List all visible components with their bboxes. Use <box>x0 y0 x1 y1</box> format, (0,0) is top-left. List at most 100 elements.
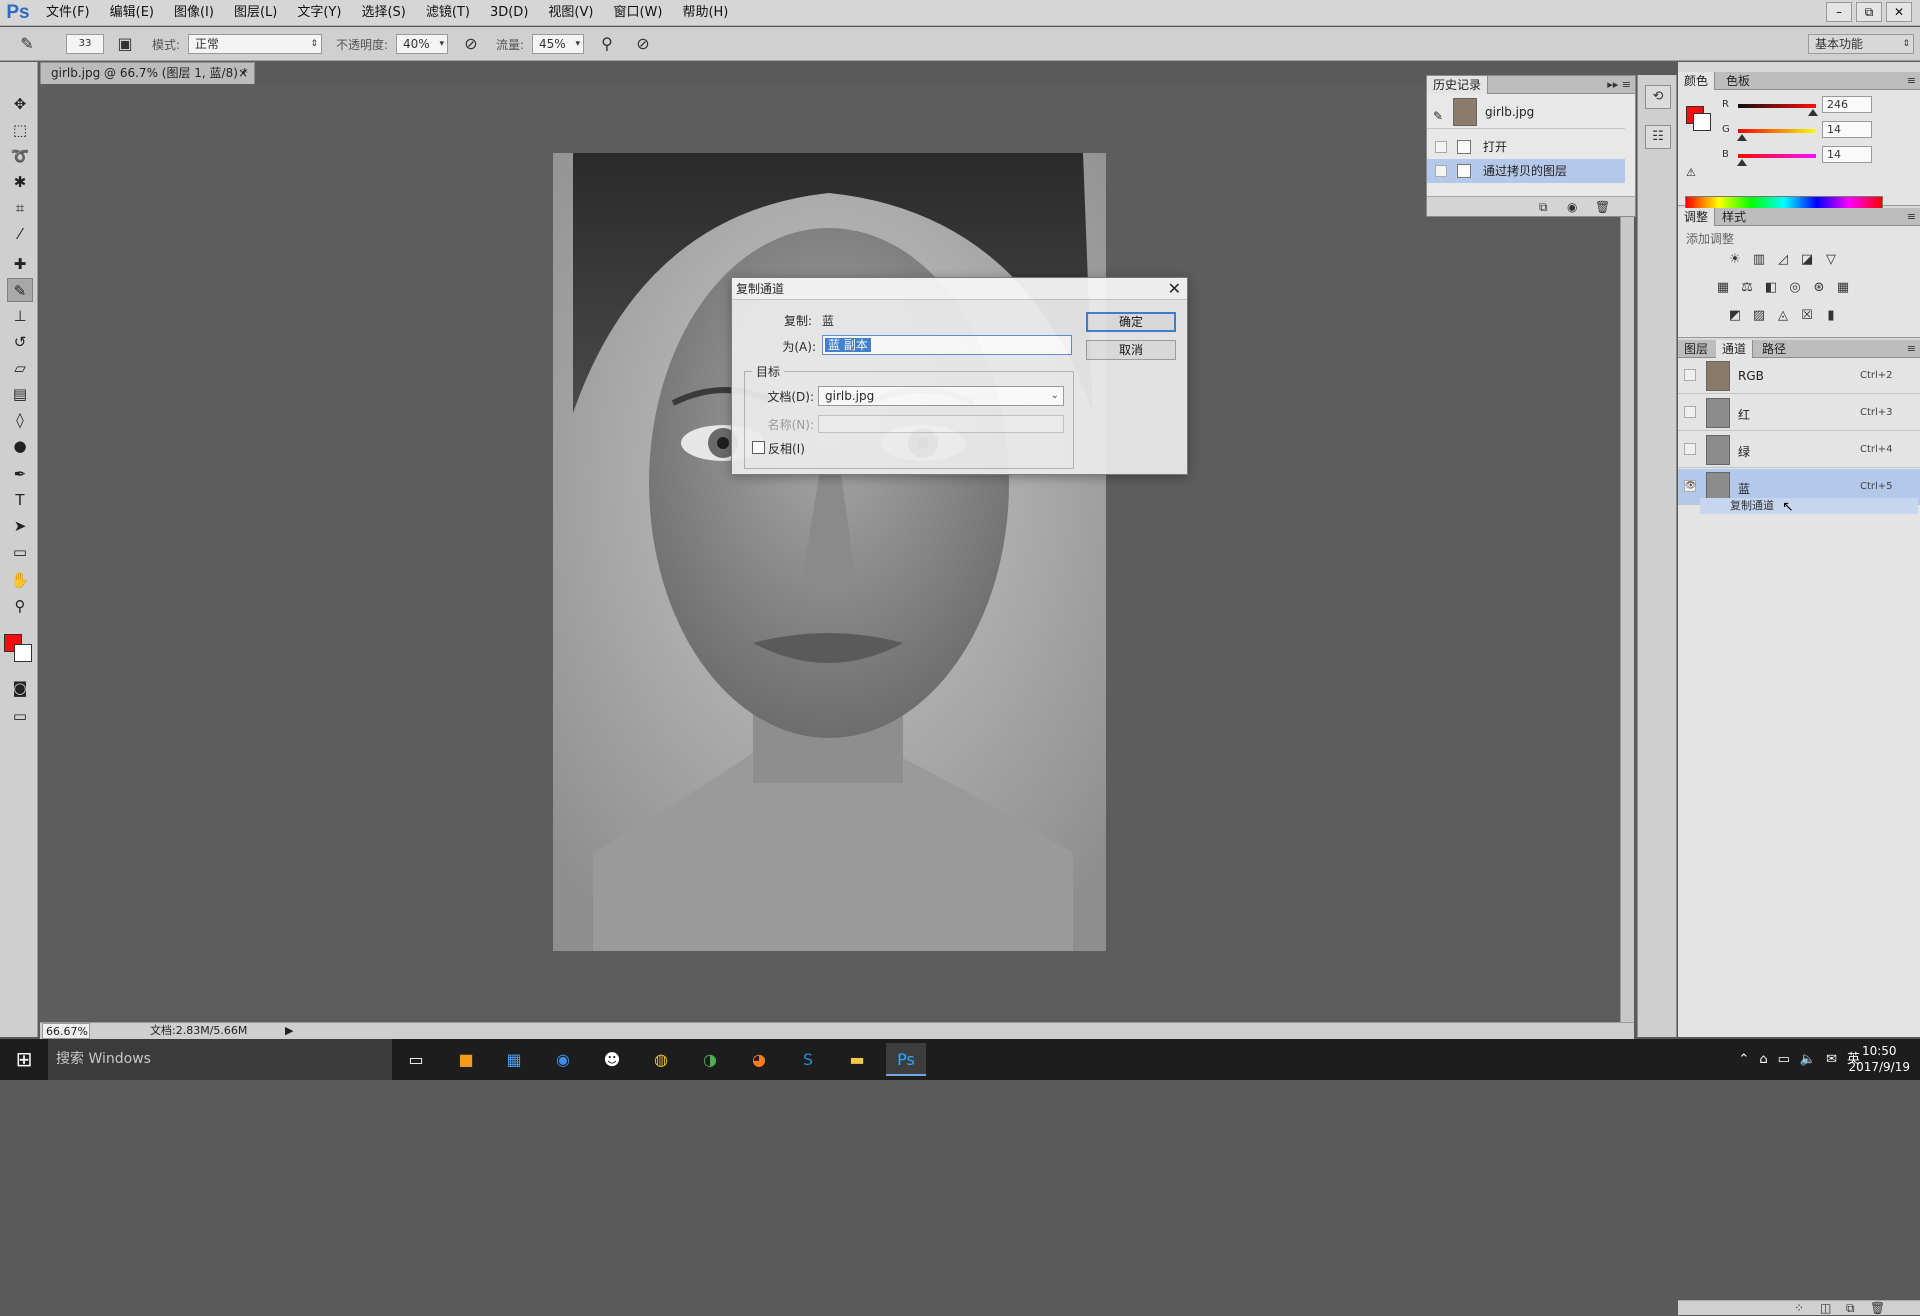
b-slider-knob[interactable] <box>1737 159 1748 166</box>
history-panel-icon[interactable]: ⟲ <box>1645 85 1671 109</box>
tab-styles[interactable]: 样式 <box>1716 208 1752 226</box>
background-color-swatch[interactable] <box>1693 113 1711 131</box>
hand-tool-icon[interactable]: ✋ <box>7 568 33 592</box>
selective-color-icon[interactable]: ☒ <box>1798 308 1816 324</box>
document-tab[interactable]: girlb.jpg @ 66.7% (图层 1, 蓝/8) * × <box>40 62 255 84</box>
vibrance-icon[interactable]: ▽ <box>1822 252 1840 268</box>
background-color-swatch[interactable] <box>14 644 32 662</box>
tab-channels[interactable]: 通道 <box>1716 340 1754 358</box>
photo-filter-icon[interactable]: ◎ <box>1786 280 1804 296</box>
visibility-toggle[interactable] <box>1684 406 1696 418</box>
curves-icon[interactable]: ◿ <box>1774 252 1792 268</box>
channel-row-green[interactable]: 绿 Ctrl+4 <box>1678 432 1920 468</box>
panel-menu-icon[interactable]: ≡ <box>1907 340 1916 358</box>
new-channel-icon[interactable]: ⧉ <box>1846 1301 1855 1316</box>
brush-source-icon[interactable]: ✎ <box>1433 104 1443 128</box>
flow-field[interactable]: 45% ▾ <box>532 34 584 54</box>
as-name-input[interactable]: 蓝 副本 <box>822 335 1072 355</box>
document-select[interactable]: girlb.jpg ⌄ <box>818 386 1064 406</box>
menu-3d[interactable]: 3D(D) <box>480 0 538 26</box>
quick-select-tool-icon[interactable]: ✱ <box>7 170 33 194</box>
panel-menu-icon[interactable]: ≡ <box>1907 72 1916 90</box>
history-source-checkbox[interactable] <box>1435 165 1447 177</box>
g-slider-knob[interactable] <box>1737 134 1748 141</box>
menu-window[interactable]: 窗口(W) <box>603 0 672 26</box>
brightness-contrast-icon[interactable]: ☀ <box>1726 252 1744 268</box>
chevron-up-icon[interactable]: ⌃ <box>1738 1039 1749 1080</box>
menu-view[interactable]: 视图(V) <box>538 0 603 26</box>
clone-stamp-tool-icon[interactable]: ⊥ <box>7 304 33 328</box>
zoom-tool-icon[interactable]: ⚲ <box>7 594 33 618</box>
app-icon-360[interactable]: ◑ <box>690 1043 730 1076</box>
channel-row-red[interactable]: 红 Ctrl+3 <box>1678 395 1920 431</box>
menu-file[interactable]: 文件(F) <box>36 0 100 26</box>
task-view-icon[interactable]: ▭ <box>396 1043 436 1076</box>
hue-saturation-icon[interactable]: ▦ <box>1714 280 1732 296</box>
properties-panel-icon[interactable]: ☷ <box>1645 125 1671 149</box>
status-menu-arrow-icon[interactable]: ▶ <box>285 1023 293 1039</box>
app-icon-store[interactable]: ▦ <box>494 1043 534 1076</box>
vertical-scrollbar[interactable] <box>1620 84 1634 1024</box>
history-snapshot[interactable]: ✎ girlb.jpg <box>1427 95 1625 129</box>
color-lookup-icon[interactable]: ▦ <box>1834 280 1852 296</box>
r-slider-knob[interactable] <box>1808 109 1819 116</box>
menu-help[interactable]: 帮助(H) <box>672 0 738 26</box>
eyedropper-tool-icon[interactable]: ⁄ <box>7 222 33 246</box>
taskbar-search[interactable]: 搜索 Windows <box>48 1039 392 1080</box>
tab-swatches[interactable]: 色板 <box>1720 72 1756 90</box>
r-value-field[interactable]: 246 <box>1822 96 1872 113</box>
app-icon-file-explorer[interactable]: ▬ <box>837 1043 877 1076</box>
pressure-size-icon[interactable]: ⊘ <box>632 33 654 55</box>
gradient-tool-icon[interactable]: ▤ <box>7 382 33 406</box>
history-state-open[interactable]: 打开 <box>1427 135 1625 159</box>
channel-row-rgb[interactable]: RGB Ctrl+2 <box>1678 358 1920 394</box>
quick-mask-icon[interactable]: ◙ <box>7 676 33 700</box>
menu-type[interactable]: 文字(Y) <box>287 0 351 26</box>
monitor-icon[interactable]: ▭ <box>1778 1039 1790 1080</box>
app-icon-chrome[interactable]: ◍ <box>641 1043 681 1076</box>
history-brush-tool-icon[interactable]: ↺ <box>7 330 33 354</box>
save-selection-icon[interactable]: ◫ <box>1820 1301 1831 1315</box>
clock[interactable]: 10:50 2017/9/19 <box>1848 1043 1910 1075</box>
app-icon-sogou[interactable]: ■ <box>446 1043 486 1076</box>
lasso-tool-icon[interactable]: ➰ <box>7 144 33 168</box>
posterize-icon[interactable]: ▨ <box>1750 308 1768 324</box>
invert-checkbox[interactable] <box>752 441 765 454</box>
app-icon-qq[interactable]: ☻ <box>592 1043 632 1076</box>
color-balance-icon[interactable]: ⚖ <box>1738 280 1756 296</box>
volume-icon[interactable]: 🔈 <box>1800 1039 1816 1080</box>
pressure-opacity-icon[interactable]: ⊘ <box>460 33 482 55</box>
type-tool-icon[interactable]: T <box>7 488 33 512</box>
marquee-tool-icon[interactable]: ⬚ <box>7 118 33 142</box>
ok-button[interactable]: 确定 <box>1086 312 1176 332</box>
trash-icon[interactable]: 🗑 <box>1870 1301 1885 1315</box>
threshold-icon[interactable]: ◬ <box>1774 308 1792 324</box>
mode-select[interactable]: 正常 ⇕ <box>188 34 322 54</box>
history-source-checkbox[interactable] <box>1435 141 1447 153</box>
eye-icon[interactable]: 👁 <box>1684 480 1696 492</box>
close-button[interactable]: ✕ <box>1886 2 1912 22</box>
visibility-toggle[interactable] <box>1684 369 1696 381</box>
eraser-tool-icon[interactable]: ▱ <box>7 356 33 380</box>
minimize-button[interactable]: – <box>1826 2 1852 22</box>
b-slider[interactable] <box>1738 154 1816 158</box>
healing-brush-tool-icon[interactable]: ✚ <box>7 252 33 276</box>
menu-filter[interactable]: 滤镜(T) <box>416 0 480 26</box>
windows-start-icon[interactable]: ⊞ <box>0 1039 48 1080</box>
tab-history[interactable]: 历史记录 <box>1427 76 1489 94</box>
rectangle-tool-icon[interactable]: ▭ <box>7 540 33 564</box>
history-state-layer-via-copy[interactable]: 通过拷贝的图层 <box>1427 159 1625 183</box>
screen-mode-icon[interactable]: ▭ <box>7 704 33 728</box>
tab-layers[interactable]: 图层 <box>1678 340 1714 358</box>
channel-mixer-icon[interactable]: ⊛ <box>1810 280 1828 296</box>
notification-icon[interactable]: ✉ <box>1826 1039 1837 1080</box>
g-value-field[interactable]: 14 <box>1822 121 1872 138</box>
tab-paths[interactable]: 路径 <box>1756 340 1792 358</box>
black-white-icon[interactable]: ◧ <box>1762 280 1780 296</box>
brush-size-picker[interactable]: 33 <box>66 34 104 54</box>
app-icon-skype[interactable]: S <box>788 1043 828 1076</box>
menu-image[interactable]: 图像(I) <box>164 0 224 26</box>
panel-menu-icon[interactable]: ≡ <box>1907 208 1916 226</box>
new-document-from-state-icon[interactable]: ⧉ <box>1539 200 1548 215</box>
restore-button[interactable]: ⧉ <box>1856 2 1882 22</box>
